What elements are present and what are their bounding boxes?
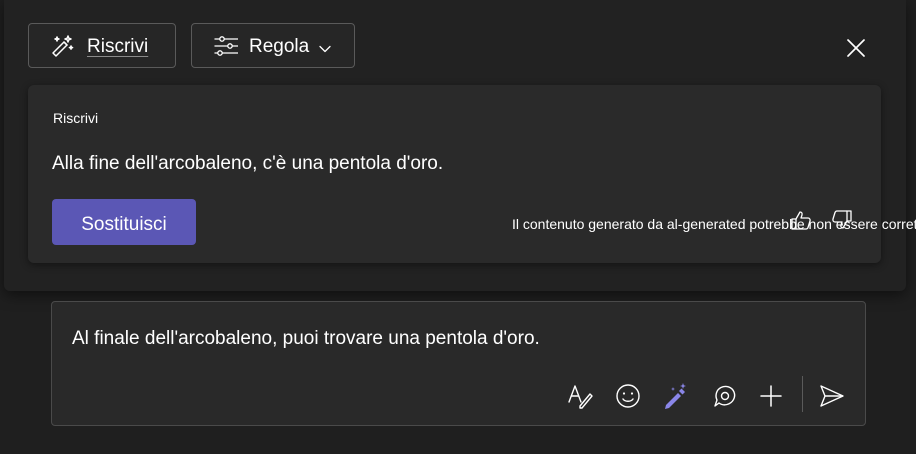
close-button[interactable]	[842, 34, 870, 62]
sliders-icon	[214, 35, 239, 57]
thumbs-down-icon[interactable]	[831, 209, 853, 231]
suggestion-text: Alla fine dell'arcobaleno, c'è una pento…	[52, 153, 444, 174]
ai-disclaimer: Il contenuto generato da al-generated po…	[512, 216, 916, 232]
thumbs-up-icon[interactable]	[790, 209, 812, 231]
toolbar-divider	[802, 376, 803, 412]
format-text-icon[interactable]	[566, 382, 594, 410]
suggestion-card: Riscrivi Alla fine dell'arcobaleno, c'è …	[28, 85, 916, 263]
close-icon	[842, 39, 870, 66]
app-window: Riscrivi Regola Riscrivi Alla fine dell'…	[0, 0, 916, 454]
replace-button[interactable]: Sostituisci	[52, 199, 196, 245]
plus-icon[interactable]	[757, 382, 785, 410]
card-title: Riscrivi	[53, 110, 99, 126]
emoji-icon[interactable]	[614, 382, 642, 410]
compose-text[interactable]: Al finale dell'arcobaleno, puoi trovare …	[72, 328, 540, 350]
chevron-down-icon	[319, 41, 331, 53]
loop-icon[interactable]	[710, 382, 738, 410]
magic-pen-icon	[49, 34, 75, 60]
rewrite-button[interactable]: Riscrivi	[28, 23, 176, 68]
rewrite-button-label: Riscrivi	[87, 36, 149, 57]
copilot-pen-icon[interactable]	[661, 382, 689, 410]
adjust-button-label: Regola	[249, 36, 310, 57]
compose-box[interactable]: Al finale dell'arcobaleno, puoi trovare …	[51, 301, 866, 426]
adjust-button[interactable]: Regola	[191, 23, 355, 68]
rewrite-panel: Riscrivi Regola Riscrivi Alla fine dell'…	[4, 0, 916, 291]
send-icon[interactable]	[818, 382, 846, 410]
